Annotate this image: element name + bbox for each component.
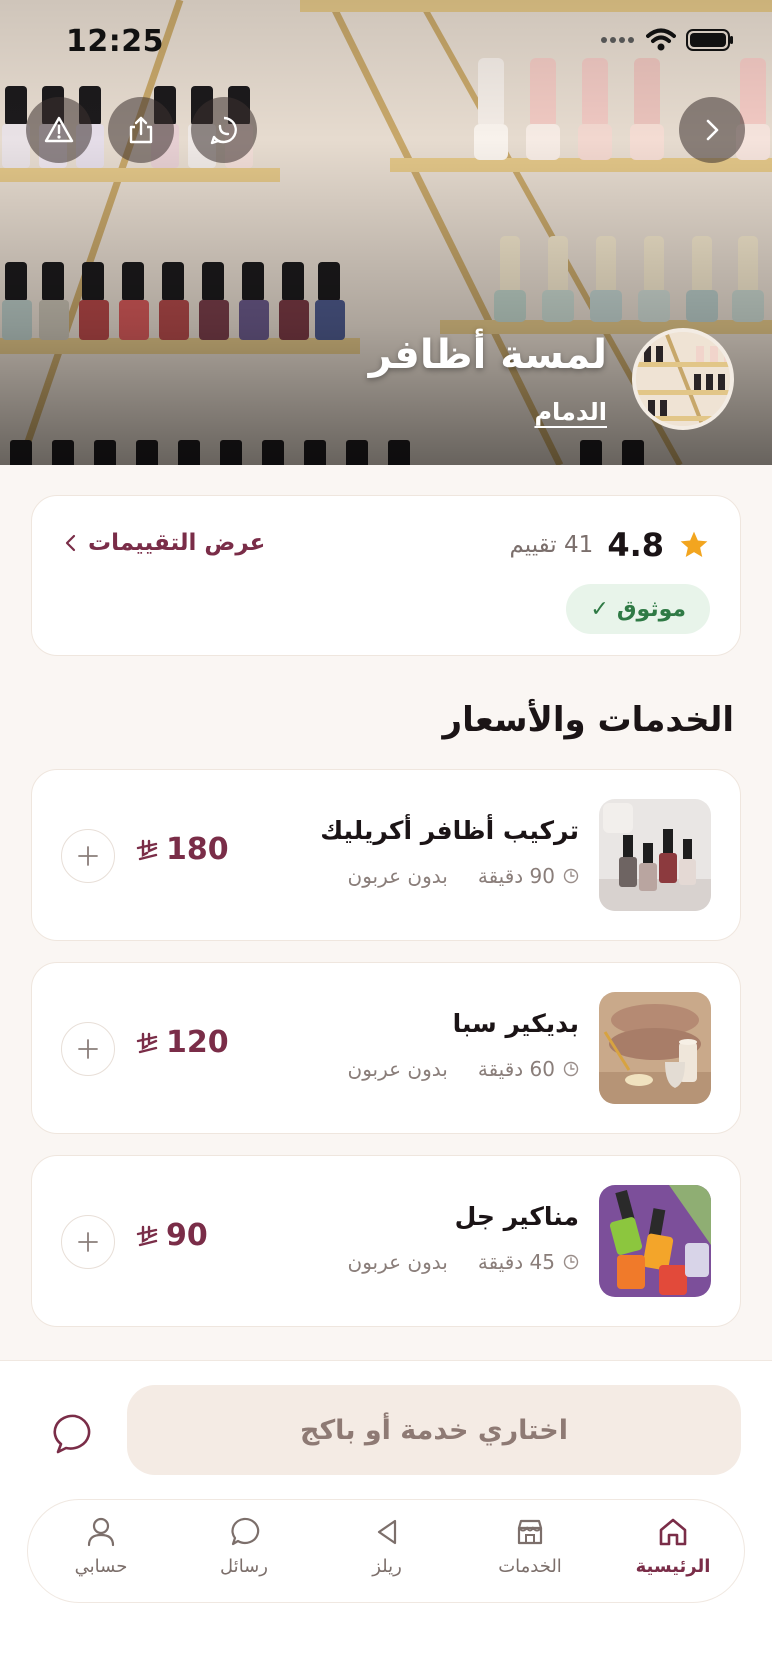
- chat-icon: [231, 1517, 260, 1546]
- signal-dots-icon: [601, 37, 634, 43]
- tab-label: الخدمات: [498, 1556, 562, 1577]
- report-button[interactable]: [26, 97, 92, 163]
- service-price-value: 120: [166, 1025, 229, 1060]
- rating-count: 41 تقييم: [509, 532, 594, 558]
- service-duration: 45 دقيقة: [477, 1250, 555, 1274]
- service-name: تركيب أظافر أكريليك: [320, 816, 579, 845]
- chat-button[interactable]: [50, 1409, 100, 1459]
- view-reviews-label: عرض التقييمات: [88, 530, 266, 556]
- add-service-button[interactable]: [61, 1215, 115, 1269]
- clock-icon: [563, 1254, 579, 1270]
- add-service-button[interactable]: [61, 1022, 115, 1076]
- tab-label: رسائل: [220, 1556, 268, 1577]
- battery-icon: [686, 29, 733, 51]
- store-city-link[interactable]: الدمام: [534, 398, 607, 426]
- plus-icon: [78, 1039, 98, 1059]
- service-price-value: 90: [166, 1218, 208, 1253]
- plus-icon: [78, 1232, 98, 1252]
- play-icon: [377, 1519, 397, 1545]
- service-card[interactable]: بديكير سبا 60 دقيقة بدون عربون 120: [31, 962, 741, 1134]
- services-section-title: الخدمات والأسعار: [442, 700, 734, 740]
- service-duration: 60 دقيقة: [477, 1057, 555, 1081]
- chat-bubble-icon: [53, 1414, 91, 1454]
- share-icon: [129, 116, 153, 144]
- spa-towels-image: [599, 992, 711, 1104]
- nail-polish-bottles-image: [599, 799, 711, 911]
- bottom-action-area: اختاري خدمة أو باكج الرئيسية الخدمات ريل…: [0, 1360, 772, 1668]
- warning-icon: [44, 116, 74, 143]
- store-page: 12:25 لمسة أظافر الدمام 41 تقييم 4.8 عرض…: [0, 0, 772, 1668]
- share-button[interactable]: [108, 97, 174, 163]
- rating-value: 4.8: [607, 526, 664, 564]
- tab-account[interactable]: حسابي: [51, 1516, 151, 1577]
- riyal-icon: [136, 1225, 158, 1246]
- store-name: لمسة أظافر: [368, 332, 607, 378]
- back-button[interactable]: [679, 97, 745, 163]
- service-duration: 90 دقيقة: [477, 864, 555, 888]
- tab-reels[interactable]: ريلز: [337, 1516, 437, 1577]
- service-price: 90: [136, 1218, 208, 1253]
- store-avatar[interactable]: [632, 328, 734, 430]
- add-service-button[interactable]: [61, 829, 115, 883]
- whatsapp-button[interactable]: [191, 97, 257, 163]
- home-icon: [659, 1518, 687, 1546]
- service-image: [599, 1185, 711, 1297]
- tab-label: ريلز: [372, 1556, 402, 1577]
- service-deposit: بدون عربون: [347, 1250, 448, 1274]
- service-deposit: بدون عربون: [347, 1057, 448, 1081]
- user-icon: [87, 1517, 115, 1547]
- service-price-value: 180: [166, 832, 229, 867]
- service-card[interactable]: تركيب أظافر أكريليك 90 دقيقة بدون عربون …: [31, 769, 741, 941]
- tab-home[interactable]: الرئيسية: [623, 1516, 723, 1577]
- service-meta: 45 دقيقة بدون عربون: [348, 1250, 579, 1274]
- plus-icon: [78, 846, 98, 866]
- tab-label: حسابي: [74, 1556, 128, 1577]
- clock-icon: [563, 1061, 579, 1077]
- service-price: 120: [136, 1025, 229, 1060]
- chevron-left-icon: [65, 534, 76, 552]
- service-card[interactable]: مناكير جل 45 دقيقة بدون عربون 90: [31, 1155, 741, 1327]
- clock-icon: [563, 868, 579, 884]
- tab-services[interactable]: الخدمات: [480, 1516, 580, 1577]
- riyal-icon: [136, 839, 158, 860]
- service-price: 180: [136, 832, 229, 867]
- view-reviews-link[interactable]: عرض التقييمات: [64, 530, 265, 556]
- service-meta: 90 دقيقة بدون عربون: [348, 864, 579, 888]
- choose-service-button[interactable]: اختاري خدمة أو باكج: [127, 1385, 741, 1475]
- service-name: بديكير سبا: [452, 1009, 579, 1038]
- riyal-icon: [136, 1032, 158, 1053]
- service-meta: 60 دقيقة بدون عربون: [348, 1057, 579, 1081]
- tab-messages[interactable]: رسائل: [194, 1516, 294, 1577]
- chevron-right-icon: [706, 119, 719, 141]
- wifi-icon: [646, 28, 676, 51]
- service-name: مناكير جل: [454, 1202, 579, 1231]
- status-bar-time: 12:25: [66, 24, 164, 59]
- rating-summary: 41 تقييم 4.8: [509, 526, 710, 564]
- rating-card: 41 تقييم 4.8 عرض التقييمات موثوق ✓: [31, 495, 741, 656]
- service-deposit: بدون عربون: [347, 864, 448, 888]
- status-bar-icons: [600, 28, 734, 52]
- star-icon: [680, 531, 708, 557]
- whatsapp-icon: [210, 116, 237, 145]
- check-icon: ✓: [590, 596, 609, 622]
- verified-badge: موثوق ✓: [566, 584, 710, 634]
- verified-label: موثوق: [616, 596, 686, 622]
- gel-polish-image: [599, 1185, 711, 1297]
- tab-label: الرئيسية: [635, 1556, 711, 1577]
- store-icon: [517, 1519, 543, 1545]
- bottom-tab-bar: الرئيسية الخدمات ريلز رسائل حسابي: [27, 1499, 745, 1603]
- store-cover-image: 12:25 لمسة أظافر الدمام: [0, 0, 772, 465]
- service-image: [599, 992, 711, 1104]
- service-image: [599, 799, 711, 911]
